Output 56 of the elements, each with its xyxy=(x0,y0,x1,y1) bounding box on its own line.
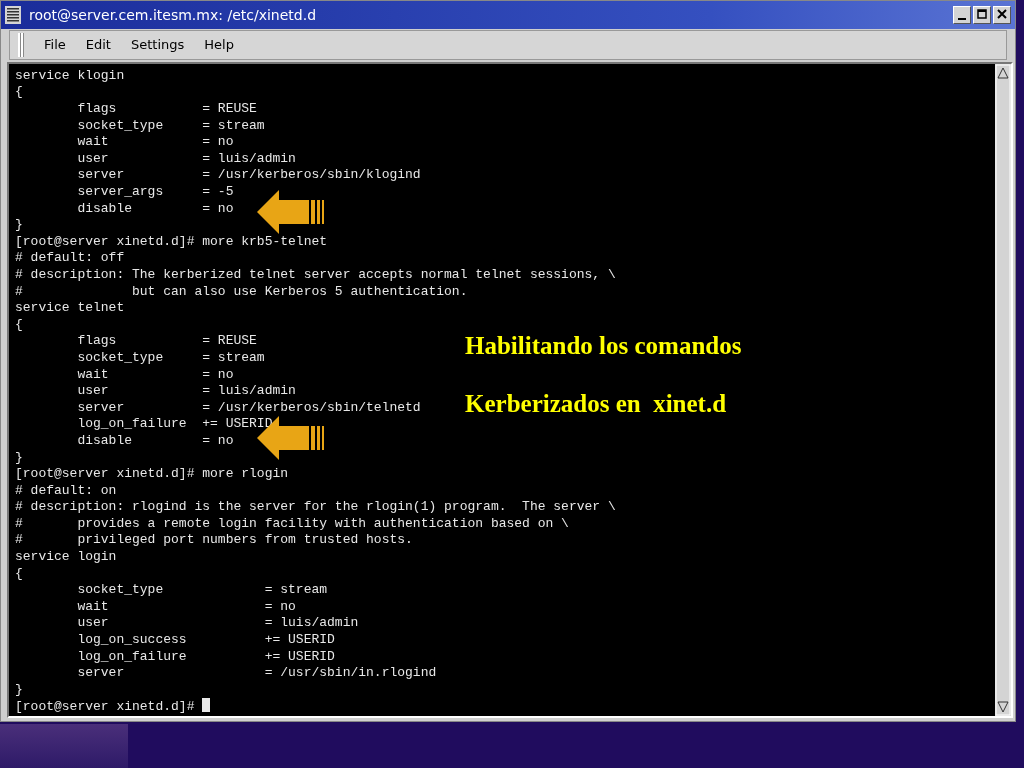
terminal-line: } xyxy=(15,217,23,234)
minimize-icon xyxy=(958,18,966,21)
terminal-line: # description: rlogind is the server for the rlogin(1) program. The server \ xyxy=(15,499,616,516)
terminal-line: log_on_success += USERID xyxy=(76,632,335,649)
terminal-line: log_on_failure += USERID xyxy=(76,648,335,666)
menu-icon[interactable] xyxy=(5,5,21,24)
terminal-line: user = luis/admin xyxy=(76,150,296,168)
terminal-line: # default: on xyxy=(15,482,117,500)
terminal-line: user = luis/admin xyxy=(76,615,359,633)
terminal-line: server = /usr/kerberos/sbin/klogind xyxy=(76,167,421,184)
terminal-line: server_args = -5 xyxy=(76,184,234,201)
grip-icon xyxy=(18,32,24,57)
terminal-line: # default: off xyxy=(15,250,125,267)
terminal-line: wait = no xyxy=(76,598,296,616)
menu-item[interactable]: Edit xyxy=(75,33,121,57)
terminal-line: flags = REUSE xyxy=(76,333,257,350)
scrollbar[interactable] xyxy=(995,63,1011,716)
terminal-line: socket_type = stream xyxy=(76,117,265,135)
terminal-line: service klogin xyxy=(15,67,125,85)
terminal-line: service telnet xyxy=(15,300,125,317)
menu-item[interactable]: Settings xyxy=(120,33,195,57)
maximize-button[interactable] xyxy=(973,5,991,24)
minimize-button[interactable] xyxy=(953,5,971,24)
terminal-line: { xyxy=(15,316,23,334)
terminal-line: socket_type = stream xyxy=(76,582,328,599)
terminal-line: { xyxy=(15,565,23,583)
close-icon xyxy=(995,6,1009,21)
terminal-line: [root@server xinetd.d]# xyxy=(15,698,211,716)
annotation-text: Kerberizados en xinet.d xyxy=(465,389,727,418)
terminal-line: wait = no xyxy=(76,366,234,384)
terminal-line: # provides a remote login facility with authentication based on \ xyxy=(15,515,569,533)
terminal-line: { xyxy=(15,84,23,102)
terminal-line: # but can also use Kerberos 5 authentication. xyxy=(15,283,468,301)
terminal-line: # privileged port numbers from trusted hosts. xyxy=(15,532,413,550)
annotation-text: Habilitando los comandos xyxy=(465,331,742,360)
terminal-line: socket_type = stream xyxy=(76,349,265,367)
window-title: root@server.cem.itesm.mx: /etc/xinetd.d xyxy=(29,6,318,23)
close-button[interactable] xyxy=(993,5,1011,24)
terminal-line: disable = no xyxy=(76,432,234,450)
menu-item[interactable]: Help xyxy=(194,33,244,57)
terminal-line: disable = no xyxy=(76,200,234,218)
menu-item[interactable]: File xyxy=(34,33,76,57)
terminal-line: user = luis/admin xyxy=(76,383,296,400)
terminal-line: wait = no xyxy=(76,134,234,151)
terminal-line: [root@server xinetd.d]# more krb5-telnet xyxy=(15,233,328,251)
maximize-icon xyxy=(975,6,989,21)
text-cursor xyxy=(202,698,211,713)
terminal-line: # description: The kerberized telnet server accepts normal telnet sessions, \ xyxy=(15,266,616,284)
terminal-line: service login xyxy=(15,549,117,566)
terminal-line: flags = REUSE xyxy=(76,101,257,118)
terminal-line: } xyxy=(15,681,23,699)
terminal-line: server = /usr/kerberos/sbin/telnetd xyxy=(76,399,421,417)
terminal-line: [root@server xinetd.d]# more rlogin xyxy=(15,466,289,483)
terminal-line: log_on_failure += USERID xyxy=(76,416,273,433)
terminal-line: } xyxy=(15,449,23,467)
terminal-line: server = /usr/sbin/in.rlogind xyxy=(76,665,437,682)
